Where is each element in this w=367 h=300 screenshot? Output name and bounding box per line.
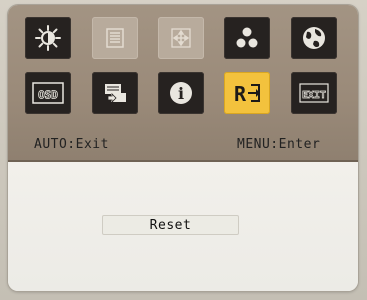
- color-setup-tile[interactable]: [224, 17, 270, 59]
- color-setup-icon: [232, 23, 262, 53]
- reset-tile[interactable]: R: [224, 72, 270, 114]
- information-icon: i: [166, 78, 196, 108]
- position-icon: [166, 23, 196, 53]
- osd-icon-panel: OSD i R EXIT AUTO:Exit MENU:Enter: [8, 5, 358, 162]
- reset-icon: R: [231, 78, 263, 108]
- language-icon: [299, 23, 329, 53]
- osd-detail-panel: Reset: [8, 162, 358, 291]
- exit-icon: EXIT: [297, 78, 331, 108]
- exit-tile[interactable]: EXIT: [291, 72, 337, 114]
- reset-label[interactable]: Reset: [102, 215, 239, 235]
- image-setup-tile[interactable]: [92, 17, 138, 59]
- brightness-tile[interactable]: [25, 17, 71, 59]
- input-select-tile[interactable]: [92, 72, 138, 114]
- information-icon-text: i: [178, 84, 184, 103]
- brightness-icon: [33, 23, 63, 53]
- menu-enter-hint: MENU:Enter: [237, 137, 321, 152]
- information-tile[interactable]: i: [158, 72, 204, 114]
- auto-exit-hint: AUTO:Exit: [34, 137, 109, 152]
- osd-menu: OSD i R EXIT AUTO:Exit MENU:Enter Reset: [8, 5, 358, 291]
- osd-setup-tile[interactable]: OSD: [25, 72, 71, 114]
- reset-icon-text: R: [234, 82, 247, 106]
- language-tile[interactable]: [291, 17, 337, 59]
- position-tile[interactable]: [158, 17, 204, 59]
- osd-setup-icon: OSD: [31, 78, 65, 108]
- image-setup-icon: [100, 23, 130, 53]
- exit-icon-text: EXIT: [302, 90, 326, 101]
- input-select-icon: [100, 78, 130, 108]
- osd-icon-text: OSD: [38, 89, 58, 102]
